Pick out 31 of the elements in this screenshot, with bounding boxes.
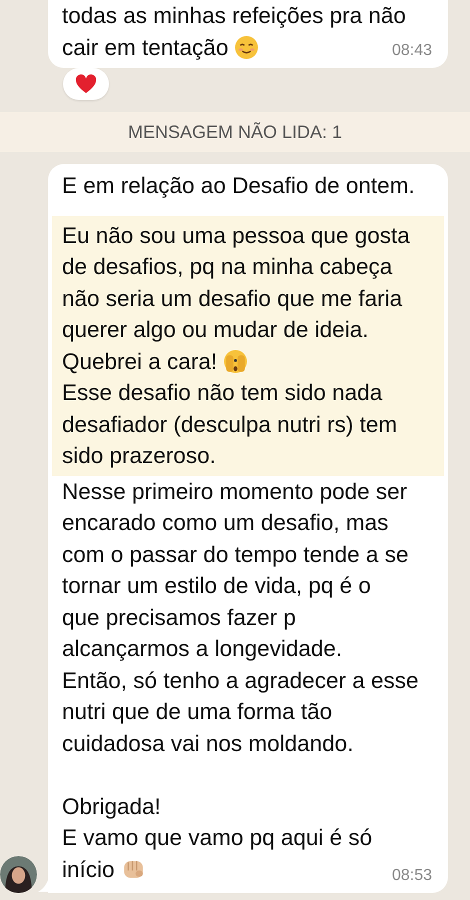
message-text: Nesse primeiro momento pode ser bbox=[62, 478, 408, 506]
message-text: com o passar do tempo tende a se bbox=[62, 540, 408, 569]
message-text: Obrigada! bbox=[62, 792, 161, 821]
message-text: Então, só tenho a agradecer a esse bbox=[62, 666, 418, 695]
message-text: Esse desafio não tem sido nada bbox=[62, 379, 382, 407]
message-text: cuidadosa vai nos moldando. bbox=[62, 730, 354, 758]
reaction-badge[interactable] bbox=[63, 68, 109, 100]
heart-icon bbox=[75, 74, 97, 94]
message-text: que precisamos fazer p bbox=[62, 604, 296, 632]
message-text: todas as minhas refeições pra não bbox=[62, 2, 406, 30]
message-text: querer algo ou mudar de ideia. bbox=[62, 316, 368, 344]
message-time: 08:53 bbox=[392, 867, 432, 885]
message-text: tornar um estilo de vida, pq é o bbox=[62, 572, 371, 600]
message-text: de desafios, pq na minha cabeça bbox=[62, 253, 392, 281]
smiling-face-icon bbox=[234, 34, 260, 60]
message-text: Eu não sou uma pessoa que gosta bbox=[62, 222, 410, 250]
avatar[interactable] bbox=[0, 856, 37, 893]
message-text: E vamo que vamo pq aqui é só bbox=[62, 824, 372, 852]
unread-label: MENSAGEM NÃO LIDA: 1 bbox=[128, 122, 342, 142]
message-text: encarado como um desafio, mas bbox=[62, 509, 388, 537]
face-covering-eyes-icon bbox=[223, 348, 248, 374]
message-text: alcançarmos a longevidade. bbox=[62, 635, 342, 663]
message-text: E em relação ao Desafio de ontem. bbox=[62, 172, 415, 200]
message-time: 08:43 bbox=[392, 42, 432, 60]
message-text: desafiador (desculpa nutri rs) tem bbox=[62, 410, 398, 439]
message-text: não seria um desafio que me faria bbox=[62, 284, 402, 313]
message-text: nutri que de uma forma tão bbox=[62, 698, 332, 726]
message-text: sido prazeroso. bbox=[62, 442, 216, 470]
message-text: cair em tentação bbox=[62, 34, 228, 62]
message-text: início bbox=[62, 856, 115, 884]
message-text: Quebrei a cara! bbox=[62, 348, 218, 376]
